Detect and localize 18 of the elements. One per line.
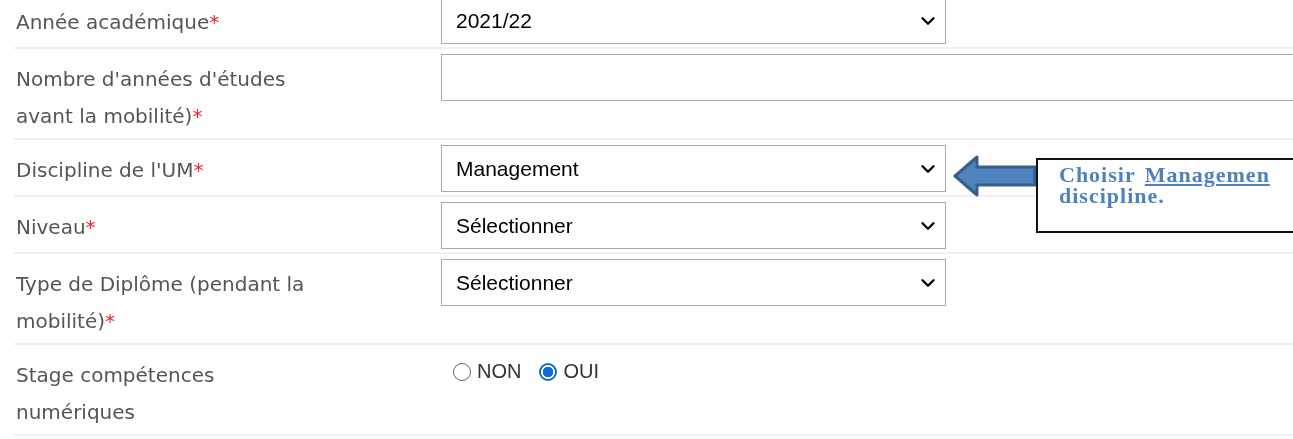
field-label: Stage compétences numériques	[15, 362, 216, 426]
input-field[interactable]	[441, 54, 1293, 101]
field-label: Discipline de l'UM*	[15, 157, 205, 184]
radio-option[interactable]: NON	[453, 360, 522, 383]
callout-text: discipline.	[1059, 185, 1165, 206]
callout-text: Choisir Managemen	[1059, 164, 1271, 185]
field-label: Année académique*	[15, 9, 221, 36]
radio-button[interactable]	[539, 362, 558, 381]
radio-option[interactable]: OUI	[539, 360, 599, 383]
field-label: Type de Diplôme (pendant la mobilité)*	[15, 271, 306, 335]
dropdown[interactable]: 2021/22	[441, 0, 946, 44]
dropdown[interactable]: Sélectionner	[441, 259, 946, 306]
radio-button[interactable]	[453, 362, 471, 381]
field-label: Nombre d'années d'études avant la mobilité)*	[15, 66, 287, 130]
arrow-left-icon	[953, 155, 1037, 197]
field-label: Niveau*	[15, 214, 97, 241]
dropdown[interactable]: Management	[441, 145, 946, 192]
dropdown[interactable]: Sélectionner	[441, 202, 946, 249]
